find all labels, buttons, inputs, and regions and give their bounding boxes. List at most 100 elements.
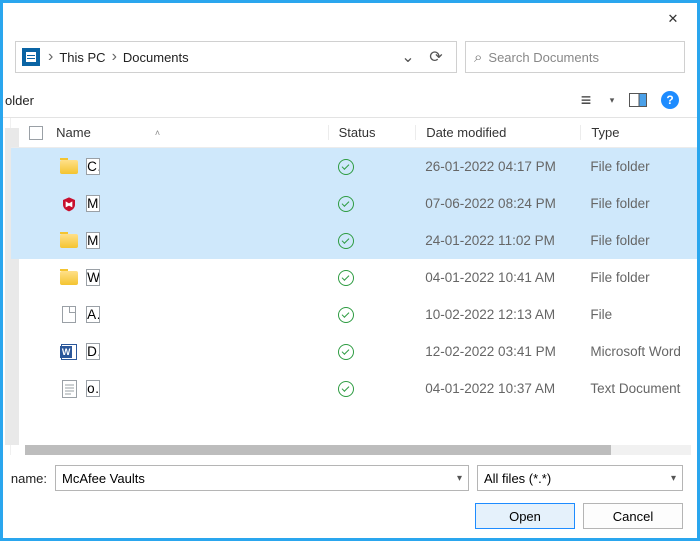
preview-pane-icon — [629, 93, 647, 107]
help-button[interactable]: ? — [657, 87, 683, 113]
row-name-cell: WebCam Media — [56, 269, 328, 287]
row-name-text: Microsoft Hardware — [86, 232, 100, 249]
row-name-text: office id.txt — [86, 380, 100, 397]
status-ok-icon — [338, 196, 354, 212]
column-status[interactable]: Status — [328, 125, 416, 140]
breadcrumb-sep-icon: › — [110, 48, 119, 66]
scrollbar-thumb[interactable] — [25, 445, 611, 455]
cancel-button[interactable]: Cancel — [583, 503, 683, 529]
row-name-cell: Custom Office Templates — [56, 158, 328, 176]
column-name-label: Name — [56, 125, 91, 140]
row-status-cell — [328, 196, 416, 212]
row-date-cell: 07-06-2022 08:24 PM — [415, 196, 580, 211]
row-name-cell: office id.txt — [56, 380, 328, 398]
row-type-cell: File folder — [580, 233, 697, 248]
location-icon — [22, 48, 40, 66]
row-name-text: Draft Submission - Resveratrol for Ski..… — [86, 343, 100, 360]
file-row[interactable]: Custom Office Templates26-01-2022 04:17 … — [11, 148, 697, 185]
file-row[interactable]: office id.txt 04-01-2022 10:37 AMText Doc… — [11, 370, 697, 407]
folder-icon — [60, 158, 78, 176]
row-name-cell: McAfee Vaults — [56, 195, 328, 213]
row-name-text: Custom Office Templates — [86, 158, 100, 175]
file-icon — [60, 306, 78, 324]
filename-value: McAfee Vaults — [62, 471, 145, 486]
file-list: Custom Office Templates26-01-2022 04:17 … — [11, 148, 697, 407]
filter-value: All files (*.*) — [484, 471, 551, 486]
row-status-cell — [328, 159, 416, 175]
horizontal-scrollbar[interactable] — [25, 445, 691, 455]
nav-pane-label: older — [5, 93, 34, 108]
row-status-cell — [328, 307, 416, 323]
history-dropdown[interactable]: ⌄ — [394, 43, 422, 71]
folder-icon — [60, 269, 78, 287]
chevron-down-icon: ▾ — [457, 473, 462, 484]
status-ok-icon — [338, 159, 354, 175]
address-bar[interactable]: › This PC › Documents ⌄ ⟳ — [15, 41, 457, 73]
column-type[interactable]: Type — [580, 125, 697, 140]
status-ok-icon — [338, 270, 354, 286]
row-type-cell: File folder — [580, 196, 697, 211]
row-date-cell: 24-01-2022 11:02 PM — [415, 233, 580, 248]
view-menu-dropdown[interactable]: ▾ — [605, 87, 619, 113]
row-type-cell: Text Document — [580, 381, 697, 396]
row-status-cell — [328, 233, 416, 249]
status-ok-icon — [338, 344, 354, 360]
status-ok-icon — [338, 381, 354, 397]
file-row[interactable]: AD_Port10-02-2022 12:13 AMFile — [11, 296, 697, 333]
folder-icon — [60, 232, 78, 250]
body: Name ˄ Status Date modified Type Custom … — [3, 117, 697, 455]
row-date-cell: 04-01-2022 10:37 AM — [415, 381, 580, 396]
column-name[interactable]: Name ˄ — [56, 125, 327, 140]
word-doc-icon — [60, 343, 78, 361]
help-icon: ? — [661, 91, 679, 109]
chevron-down-icon: ▾ — [610, 95, 615, 106]
column-headers: Name ˄ Status Date modified Type — [11, 118, 697, 148]
filename-label: name: — [3, 471, 47, 486]
close-icon: ✕ — [668, 11, 679, 27]
row-name-text: AD_Port — [86, 306, 100, 323]
row-name-cell: Microsoft Hardware — [56, 232, 328, 250]
close-button[interactable]: ✕ — [653, 5, 693, 33]
file-pane: Name ˄ Status Date modified Type Custom … — [11, 118, 697, 455]
file-row[interactable]: Draft Submission - Resveratrol for Ski..… — [11, 333, 697, 370]
column-date[interactable]: Date modified — [415, 125, 580, 140]
row-status-cell — [328, 344, 416, 360]
file-row[interactable]: Microsoft Hardware 24-01-2022 11:02 PMFil… — [11, 222, 697, 259]
chevron-down-icon: ▾ — [671, 473, 676, 484]
row-date-cell: 12-02-2022 03:41 PM — [415, 344, 580, 359]
refresh-button[interactable]: ⟳ — [422, 43, 450, 71]
breadcrumb-root[interactable]: This PC — [55, 50, 109, 65]
mcafee-icon — [60, 195, 78, 213]
view-list-icon: ≡ — [581, 90, 592, 111]
chevron-down-icon: ⌄ — [401, 47, 414, 67]
preview-pane-button[interactable] — [625, 87, 651, 113]
sort-indicator-icon: ˄ — [155, 128, 160, 138]
row-status-cell — [328, 270, 416, 286]
breadcrumb-current[interactable]: Documents — [119, 50, 193, 65]
navigation-pane[interactable] — [3, 118, 11, 455]
filename-combobox[interactable]: McAfee Vaults ▾ — [55, 465, 469, 491]
open-button[interactable]: Open — [475, 503, 575, 529]
row-type-cell: Microsoft Word — [580, 344, 697, 359]
search-input[interactable] — [482, 50, 676, 65]
row-type-cell: File folder — [580, 270, 697, 285]
file-row[interactable]: McAfee Vaults 07-06-2022 08:24 PMFile fol… — [11, 185, 697, 222]
toolbar-row: older ≡ ▾ ? — [3, 83, 697, 117]
status-ok-icon — [338, 307, 354, 323]
filetype-filter[interactable]: All files (*.*) ▾ — [477, 465, 683, 491]
file-open-dialog: ✕ › This PC › Documents ⌄ ⟳ ⌕ older ≡ ▾ — [0, 0, 700, 541]
refresh-icon: ⟳ — [429, 47, 442, 67]
row-date-cell: 04-01-2022 10:41 AM — [415, 270, 580, 285]
footer: name: McAfee Vaults ▾ All files (*.*) ▾ … — [3, 455, 697, 529]
breadcrumb-sep-icon: › — [46, 48, 55, 66]
row-date-cell: 10-02-2022 12:13 AM — [415, 307, 580, 322]
file-row[interactable]: WebCam Media 04-01-2022 10:41 AMFile fold… — [11, 259, 697, 296]
row-name-text: WebCam Media — [86, 269, 100, 286]
view-menu[interactable]: ≡ — [573, 87, 599, 113]
row-name-text: McAfee Vaults — [86, 195, 100, 212]
row-name-cell: Draft Submission - Resveratrol for Ski..… — [56, 343, 328, 361]
text-file-icon — [60, 380, 78, 398]
select-all-checkbox[interactable] — [29, 126, 56, 140]
navigation-row: › This PC › Documents ⌄ ⟳ ⌕ — [3, 35, 697, 83]
search-box[interactable]: ⌕ — [465, 41, 685, 73]
